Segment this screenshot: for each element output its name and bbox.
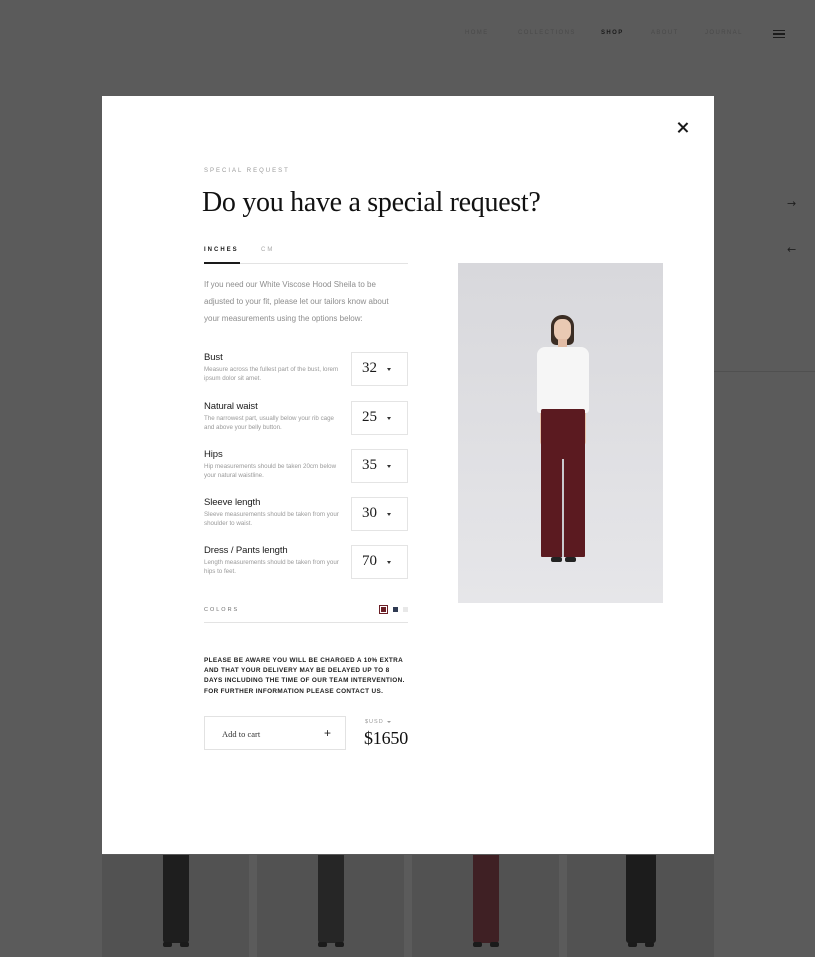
nav-shop[interactable]: SHOP: [601, 30, 624, 36]
colors-row: COLORS: [204, 603, 408, 623]
caret-down-icon: [387, 368, 391, 371]
product-photo: [458, 263, 663, 603]
selected-value: 25: [362, 409, 377, 425]
caret-down-icon: [387, 513, 391, 516]
add-to-cart-label: Add to cart: [222, 729, 261, 739]
selected-value: 35: [362, 457, 377, 473]
main-nav: HOME COLLECTIONS SHOP ABOUT JOURNAL: [0, 30, 815, 40]
colors-label: COLORS: [204, 607, 240, 613]
product-thumbnail[interactable]: [257, 855, 404, 957]
measurement-label: Sleeve length: [204, 497, 261, 508]
sleeve-length-select[interactable]: 30: [351, 497, 408, 531]
product-thumbnail[interactable]: [412, 855, 559, 957]
plus-icon: +: [324, 726, 332, 740]
measurement-label: Hips: [204, 449, 223, 460]
measurement-bust: Bust Measure across the fullest part of …: [204, 352, 410, 388]
selected-value: 70: [362, 553, 377, 569]
measurement-description: Length measurements should be taken from…: [204, 559, 339, 575]
product-price: $1650: [364, 728, 409, 748]
measurement-description: Hip measurements should be taken 20cm be…: [204, 463, 337, 479]
selected-value: 32: [362, 360, 377, 376]
measurement-sleeve-length: Sleeve length Sleeve measurements should…: [204, 497, 410, 533]
divider: [713, 371, 815, 372]
measurement-dress-pants-length: Dress / Pants length Length measurements…: [204, 545, 410, 581]
hamburger-icon[interactable]: [773, 30, 785, 38]
bust-select[interactable]: 32: [351, 352, 408, 386]
selected-value: 30: [362, 505, 377, 521]
nav-journal[interactable]: JOURNAL: [705, 30, 743, 36]
dress-pants-length-select[interactable]: 70: [351, 545, 408, 579]
hips-select[interactable]: 35: [351, 449, 408, 483]
tab-inches[interactable]: INCHES: [204, 247, 239, 253]
measurement-description: Measure across the fullest part of the b…: [204, 366, 339, 382]
nav-home[interactable]: HOME: [465, 30, 489, 36]
arrow-right-icon[interactable]: →: [787, 197, 796, 210]
caret-down-icon: [387, 561, 391, 564]
currency-label: $USD: [365, 719, 384, 725]
color-swatch-navy[interactable]: [393, 607, 398, 612]
measurement-label: Bust: [204, 352, 223, 363]
currency-select[interactable]: $USD: [365, 719, 391, 725]
nav-about[interactable]: ABOUT: [651, 30, 679, 36]
color-swatch-burgundy[interactable]: [379, 605, 388, 614]
tab-cm[interactable]: CM: [261, 247, 274, 253]
special-request-modal: SPECIAL REQUEST Do you have a special re…: [102, 96, 714, 854]
measurement-hips: Hips Hip measurements should be taken 20…: [204, 449, 410, 485]
unit-tabs: INCHES CM: [204, 244, 408, 264]
measurement-label: Natural waist: [204, 401, 258, 412]
measurement-description: The narrowest part, usually below your r…: [204, 415, 335, 431]
modal-eyebrow: SPECIAL REQUEST: [204, 168, 290, 174]
add-to-cart-button[interactable]: Add to cart +: [204, 716, 346, 750]
caret-down-icon: [386, 720, 391, 723]
caret-down-icon: [387, 465, 391, 468]
color-swatch-white[interactable]: [403, 607, 408, 612]
measurement-description: Sleeve measurements should be taken from…: [204, 511, 339, 527]
nav-collections[interactable]: COLLECTIONS: [518, 30, 576, 36]
surcharge-notice: PLEASE BE AWARE YOU WILL BE CHARGED A 10…: [204, 657, 405, 695]
caret-down-icon: [387, 417, 391, 420]
active-tab-indicator: [204, 262, 240, 264]
intro-text: If you need our White Viscose Hood Sheil…: [204, 280, 389, 323]
measurement-natural-waist: Natural waist The narrowest part, usuall…: [204, 401, 410, 437]
modal-title: Do you have a special request?: [202, 187, 541, 218]
product-thumbnail[interactable]: [567, 855, 714, 957]
measurement-label: Dress / Pants length: [204, 545, 288, 556]
product-thumbnail[interactable]: [102, 855, 249, 957]
natural-waist-select[interactable]: 25: [351, 401, 408, 435]
arrow-left-icon[interactable]: ←: [787, 243, 796, 256]
close-icon[interactable]: [675, 120, 691, 136]
